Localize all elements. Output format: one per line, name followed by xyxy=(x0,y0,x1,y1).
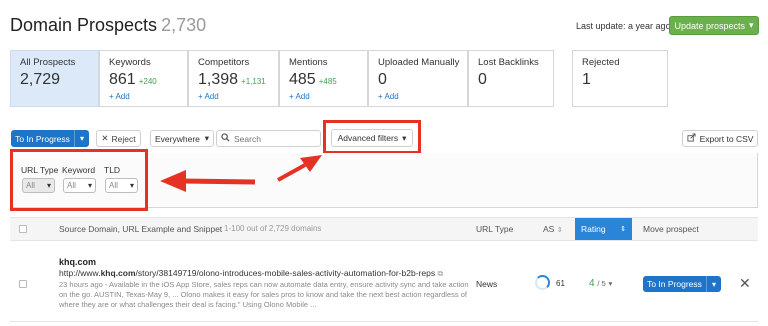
row-url[interactable]: http://www.khq.com/story/38149719/olono-… xyxy=(59,268,443,279)
rating-value: 4 xyxy=(589,278,595,289)
arrow-to-advanced-head xyxy=(300,155,322,172)
chevron-down-icon: ▾ xyxy=(608,279,613,288)
row-divider xyxy=(10,321,758,322)
column-rating[interactable]: Rating ⇕ xyxy=(575,218,632,240)
select-all-checkbox[interactable] xyxy=(19,225,27,233)
reject-row-icon[interactable]: ✕ xyxy=(739,275,751,292)
row-url-type: News xyxy=(476,279,498,289)
rating-max: / 5 xyxy=(597,279,606,288)
row-checkbox[interactable] xyxy=(19,280,27,288)
sort-icon: ⇕ xyxy=(620,226,626,233)
arrow-to-filters xyxy=(181,178,256,185)
row-to-in-progress-label: To In Progress xyxy=(647,279,702,289)
column-rating-label: Rating xyxy=(581,224,606,234)
row-domain[interactable]: khq.com xyxy=(59,257,96,267)
external-link-icon[interactable]: ⧉ xyxy=(437,269,443,278)
chevron-down-icon[interactable]: ▾ xyxy=(706,276,721,292)
row-authority-score: 61 xyxy=(556,279,565,288)
authority-score-ring xyxy=(535,275,550,290)
arrow-to-filters-head xyxy=(160,170,186,192)
row-snippet: 23 hours ago - Available in the iOS App … xyxy=(59,280,469,309)
row-to-in-progress-button[interactable]: To In Progress ▾ xyxy=(643,276,721,292)
sort-icon: ⇕ xyxy=(556,227,563,234)
column-source-domain[interactable]: Source Domain, URL Example and Snippet xyxy=(59,224,222,234)
column-move-prospect: Move prospect xyxy=(643,224,699,234)
column-as-label: AS xyxy=(543,224,555,234)
table-range: 1-100 out of 2,729 domains xyxy=(224,224,322,233)
url-domain: khq.com xyxy=(100,268,136,278)
url-prefix: http://www. xyxy=(59,268,101,278)
arrow-to-advanced xyxy=(277,163,306,182)
column-url-type[interactable]: URL Type xyxy=(476,224,513,234)
row-rating[interactable]: 4 / 5 ▾ xyxy=(589,278,612,289)
url-path: /story/38149719/olono-introduces-mobile-… xyxy=(135,268,436,278)
column-as[interactable]: AS ⇕ xyxy=(543,224,563,234)
